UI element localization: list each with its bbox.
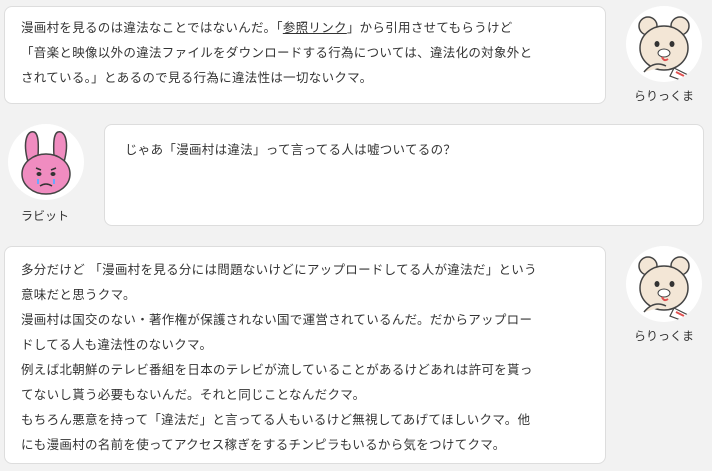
bear-avatar-icon [626,246,702,322]
chat-bubble-1: 漫画村を見るのは違法なことではないんだ。「参照リンク」から引用させてもらうけど … [4,6,606,104]
message-line: 漫画村は国交のない・著作権が保護されない国で運営されているんだ。だからアップロー [21,312,533,327]
message-line: てないし貰う必要もないんだ。それと同じことなんだクマ。 [21,387,366,402]
speaker-name: ラビット [20,209,69,223]
message-line: ドしてる人も違法性のないクマ。 [21,337,213,352]
message-line: 「音楽と映像以外の違法ファイルをダウンロードする行為については、違法化の対象外と [21,45,533,60]
message-line: にも漫画村の名前を使ってアクセス稼ぎをするチンピラもいるから気をつけてクマ。 [21,437,506,452]
reference-link[interactable]: 参照リンク [283,20,347,35]
message-line: もちろん悪意を持って「違法だ」と言ってる人もいるけど無視してあげてほしいクマ。他 [21,412,531,427]
message-line: じゃあ「漫画村は違法」って言ってる人は嘘ついてるの？ [125,142,457,157]
rabbit-avatar-icon [8,124,84,200]
message-line: 多分だけど 「漫画村を見る分には問題ないけどにアップロードしてる人が違法だ」とい… [21,262,537,277]
chat-bubble-3: 多分だけど 「漫画村を見る分には問題ないけどにアップロードしてる人が違法だ」とい… [4,246,606,464]
message-line: 漫画村を見るのは違法なことではないんだ。「参照リンク」から引用させてもらうけど [21,20,513,35]
message-line: されている。」とあるので見る行為に違法性は一切ないクマ。 [21,70,373,85]
message-line: 例えば北朝鮮のテレビ番組を日本のテレビが流していることがあるけどあれは許可を貰っ [21,362,533,377]
speaker-name: らりっくま [633,329,694,343]
chat-bubble-2: じゃあ「漫画村は違法」って言ってる人は嘘ついてるの？ [104,124,704,226]
speaker-name: らりっくま [633,89,694,103]
bear-avatar-icon [626,6,702,82]
message-line: 意味だと思うクマ。 [21,287,136,302]
